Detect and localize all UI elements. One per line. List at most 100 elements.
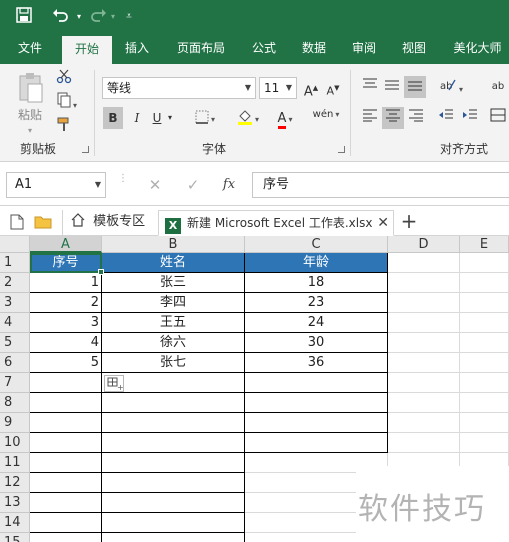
cell[interactable]: [388, 393, 460, 413]
cell[interactable]: 张七: [102, 353, 245, 373]
align-center-icon[interactable]: [382, 107, 404, 129]
cell[interactable]: [245, 373, 388, 393]
paste-icon[interactable]: [16, 72, 46, 104]
tab-data[interactable]: 数据: [294, 34, 334, 64]
save-icon[interactable]: [14, 7, 34, 28]
cell[interactable]: [460, 413, 509, 433]
phonetic-button[interactable]: wén ▾: [308, 104, 344, 126]
open-folder-icon[interactable]: [34, 214, 52, 230]
bottom-align-icon[interactable]: [404, 76, 426, 98]
row-header[interactable]: 8: [0, 393, 30, 413]
cell[interactable]: [102, 493, 245, 513]
close-icon[interactable]: ✕: [377, 211, 389, 235]
cell[interactable]: 王五: [102, 313, 245, 333]
font-launcher-icon[interactable]: [338, 146, 345, 153]
cell[interactable]: [102, 453, 245, 473]
cell[interactable]: [30, 393, 102, 413]
tab-formulas[interactable]: 公式: [244, 34, 284, 64]
align-left-icon[interactable]: [360, 107, 380, 129]
cell[interactable]: 24: [245, 313, 388, 333]
format-painter-icon[interactable]: [54, 116, 74, 138]
column-header[interactable]: A: [30, 236, 102, 253]
cell[interactable]: [102, 393, 245, 413]
cell[interactable]: [460, 253, 509, 273]
tab-view[interactable]: 视图: [394, 34, 434, 64]
cell[interactable]: 年龄: [245, 253, 388, 273]
middle-align-icon[interactable]: [382, 76, 402, 98]
formula-input[interactable]: 序号: [252, 172, 509, 198]
cell[interactable]: [245, 413, 388, 433]
row-header[interactable]: 4: [0, 313, 30, 333]
row-header[interactable]: 12: [0, 473, 30, 493]
redo-icon[interactable]: [88, 7, 108, 28]
insert-function-button[interactable]: fx: [216, 172, 242, 198]
tab-page-layout[interactable]: 页面布局: [168, 34, 234, 64]
copy-icon[interactable]: ▾: [54, 92, 80, 114]
name-box[interactable]: A1 ▼: [6, 172, 106, 198]
cell[interactable]: [388, 413, 460, 433]
underline-dropdown-icon[interactable]: ▾: [165, 107, 175, 129]
bold-button[interactable]: B: [103, 107, 123, 129]
new-document-icon[interactable]: [10, 214, 26, 230]
column-header[interactable]: C: [245, 236, 388, 253]
borders-button[interactable]: ▾: [190, 107, 220, 129]
undo-icon[interactable]: [50, 7, 72, 28]
cell[interactable]: 1: [30, 273, 102, 293]
cell[interactable]: [460, 273, 509, 293]
cell[interactable]: [460, 313, 509, 333]
align-right-icon[interactable]: [406, 107, 426, 129]
quick-analysis-icon[interactable]: +: [104, 375, 124, 392]
row-header[interactable]: 14: [0, 513, 30, 533]
cut-icon[interactable]: [54, 68, 74, 90]
cell[interactable]: [30, 533, 102, 542]
cell[interactable]: 李四: [102, 293, 245, 313]
cell[interactable]: [245, 393, 388, 413]
cell[interactable]: 36: [245, 353, 388, 373]
tab-home[interactable]: 开始: [62, 36, 112, 64]
add-tab-icon[interactable]: +: [398, 210, 420, 234]
cancel-icon[interactable]: ✕: [142, 172, 168, 198]
row-header[interactable]: 1: [0, 253, 30, 273]
column-header[interactable]: D: [388, 236, 460, 253]
column-header[interactable]: E: [460, 236, 509, 253]
cell[interactable]: [245, 433, 388, 453]
merge-center-icon[interactable]: [488, 107, 508, 129]
cell[interactable]: [30, 373, 102, 393]
paste-dropdown-icon[interactable]: ▾: [22, 120, 38, 142]
cell[interactable]: [388, 373, 460, 393]
cell[interactable]: [102, 413, 245, 433]
fill-handle[interactable]: [98, 269, 104, 275]
cell[interactable]: [30, 433, 102, 453]
font-name-select[interactable]: 等线 ▼: [102, 77, 256, 99]
tab-insert[interactable]: 插入: [116, 34, 158, 64]
cell[interactable]: 5: [30, 353, 102, 373]
redo-dropdown-icon[interactable]: ▾: [108, 7, 118, 27]
active-cell[interactable]: 序号: [30, 253, 102, 273]
cell[interactable]: [460, 433, 509, 453]
row-header[interactable]: 5: [0, 333, 30, 353]
italic-button[interactable]: I: [127, 107, 147, 129]
row-header[interactable]: 13: [0, 493, 30, 513]
cell[interactable]: 4: [30, 333, 102, 353]
tab-file[interactable]: 文件: [8, 34, 52, 64]
cell[interactable]: [30, 513, 102, 533]
column-header[interactable]: B: [102, 236, 245, 253]
clipboard-launcher-icon[interactable]: [82, 146, 89, 153]
cell[interactable]: 姓名: [102, 253, 245, 273]
row-header[interactable]: 10: [0, 433, 30, 453]
cell[interactable]: [102, 433, 245, 453]
cell[interactable]: 30: [245, 333, 388, 353]
workbook-tab[interactable]: X 新建 Microsoft Excel 工作表.xlsx ✕: [158, 210, 394, 236]
cell[interactable]: 张三: [102, 273, 245, 293]
top-align-icon[interactable]: [360, 76, 380, 98]
row-header[interactable]: 11: [0, 453, 30, 473]
cell[interactable]: [460, 373, 509, 393]
row-header[interactable]: 7: [0, 373, 30, 393]
enter-icon[interactable]: ✓: [180, 172, 206, 198]
customize-icon[interactable]: ⩡: [122, 7, 136, 27]
cell[interactable]: 23: [245, 293, 388, 313]
cell[interactable]: [30, 473, 102, 493]
cell[interactable]: [460, 393, 509, 413]
cell[interactable]: [388, 333, 460, 353]
select-all-corner[interactable]: [0, 236, 30, 253]
